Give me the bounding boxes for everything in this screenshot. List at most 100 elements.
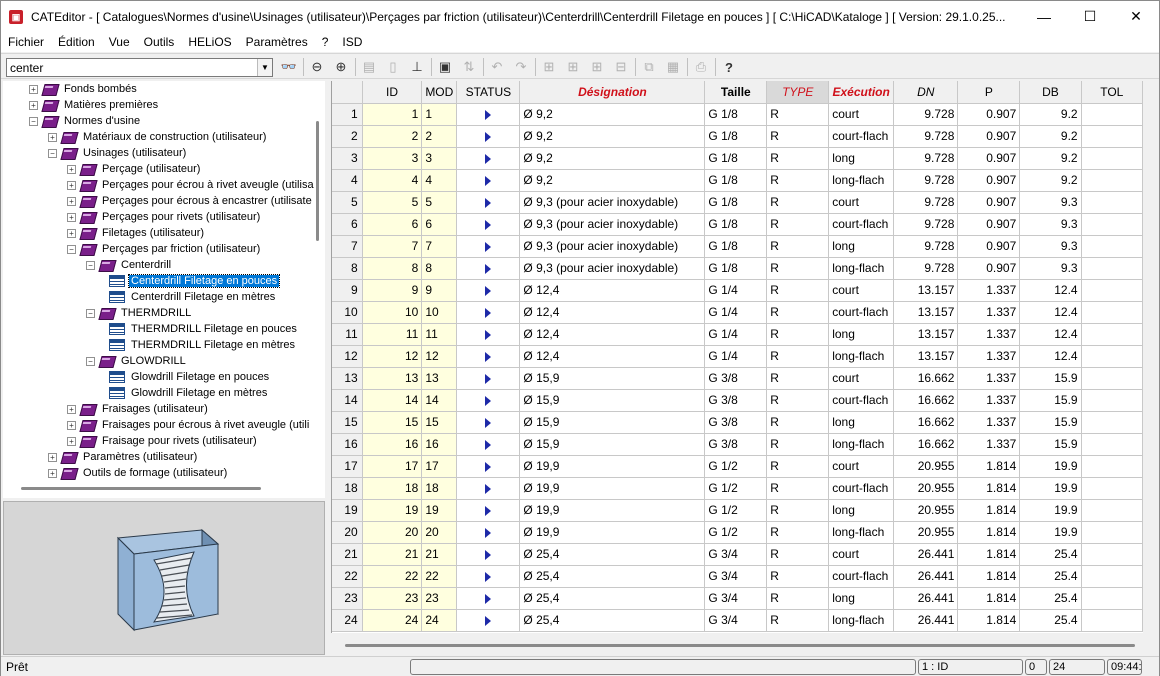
cell-mod[interactable]: 3 xyxy=(421,147,458,170)
expand-icon[interactable]: + xyxy=(67,228,76,238)
cell-db[interactable]: 9.2 xyxy=(1019,147,1082,170)
cell-type[interactable]: R xyxy=(766,367,830,390)
menu-fichier[interactable]: Fichier xyxy=(1,32,51,52)
cell-db[interactable]: 19.9 xyxy=(1019,477,1082,500)
cell-db[interactable]: 19.9 xyxy=(1019,499,1082,522)
tree-node[interactable]: + Fraisages (utilisateur) xyxy=(67,401,210,417)
cell-type[interactable]: R xyxy=(766,433,830,456)
cell-mod[interactable]: 2 xyxy=(421,125,458,148)
cell-type[interactable]: R xyxy=(766,477,830,500)
cell-p[interactable]: 0.907 xyxy=(957,147,1021,170)
table-row[interactable]: 23 23 23 Ø 25,4 G 3/4 Rlong 26.441 1.814 25.4 xyxy=(332,587,1143,610)
tree-node-label[interactable]: Perçages pour rivets (utilisateur) xyxy=(100,211,262,223)
chevron-down-icon[interactable]: ▼ xyxy=(257,59,272,76)
cell-mod[interactable]: 16 xyxy=(421,433,458,456)
expand-icon[interactable]: + xyxy=(67,180,76,190)
cell-mod[interactable]: 10 xyxy=(421,301,458,324)
cell-type[interactable]: R xyxy=(766,455,830,478)
tree-node-label[interactable]: THERMDRILL Filetage en mètres xyxy=(129,339,297,351)
cell-id[interactable]: 11 xyxy=(362,323,423,346)
cell-mod[interactable]: 15 xyxy=(421,411,458,434)
cell-dn[interactable]: 16.662 xyxy=(893,411,959,434)
print-icon[interactable]: ⎙ xyxy=(691,57,711,77)
column-header-taille[interactable]: Taille xyxy=(704,81,768,104)
cell-execution[interactable]: long xyxy=(828,411,895,434)
row-number[interactable]: 15 xyxy=(332,411,363,434)
cell-taille[interactable]: G 3/8 xyxy=(704,411,768,434)
cell-tol[interactable] xyxy=(1081,609,1143,632)
cell-id[interactable]: 20 xyxy=(362,521,423,544)
cell-tol[interactable] xyxy=(1081,389,1143,412)
pane-splitter[interactable] xyxy=(326,81,330,655)
collapse-icon[interactable]: − xyxy=(67,244,76,254)
cell-id[interactable]: 22 xyxy=(362,565,423,588)
menu-isd[interactable]: ISD xyxy=(335,32,369,52)
cell-db[interactable]: 9.2 xyxy=(1019,103,1082,126)
cell-tol[interactable] xyxy=(1081,499,1143,522)
minimize-button[interactable]: — xyxy=(1021,1,1067,32)
tree-node[interactable]: Centerdrill Filetage en pouces xyxy=(105,273,281,289)
cell-mod[interactable]: 22 xyxy=(421,565,458,588)
search-input[interactable] xyxy=(7,59,252,76)
cell-tol[interactable] xyxy=(1081,587,1143,610)
row-number[interactable]: 22 xyxy=(332,565,363,588)
tree-node[interactable]: + Outils de formage (utilisateur) xyxy=(48,465,229,481)
cell-dn[interactable]: 13.157 xyxy=(893,301,959,324)
cell-taille[interactable]: G 1/8 xyxy=(704,103,768,126)
cell-mod[interactable]: 21 xyxy=(421,543,458,566)
cell-execution[interactable]: court xyxy=(828,279,895,302)
cell-dn[interactable]: 20.955 xyxy=(893,477,959,500)
cell-p[interactable]: 0.907 xyxy=(957,169,1021,192)
cell-db[interactable]: 9.2 xyxy=(1019,169,1082,192)
cell-tol[interactable] xyxy=(1081,323,1143,346)
cell-p[interactable]: 1.337 xyxy=(957,279,1021,302)
tree-node[interactable]: Glowdrill Filetage en pouces xyxy=(105,369,271,385)
cell-db[interactable]: 25.4 xyxy=(1019,587,1082,610)
table-row[interactable]: 16 16 16 Ø 15,9 G 3/8 Rlong-flach 16.662 1.337 1… xyxy=(332,433,1143,456)
cell-status[interactable] xyxy=(456,389,521,412)
cell-db[interactable]: 12.4 xyxy=(1019,301,1082,324)
expand-icon[interactable]: + xyxy=(29,84,38,94)
row-number[interactable]: 11 xyxy=(332,323,363,346)
cell-tol[interactable] xyxy=(1081,147,1143,170)
cell-status[interactable] xyxy=(456,587,521,610)
cell-taille[interactable]: G 1/2 xyxy=(704,455,768,478)
tree-node[interactable]: THERMDRILL Filetage en pouces xyxy=(105,321,299,337)
cell-status[interactable] xyxy=(456,257,521,280)
cell-execution[interactable]: long xyxy=(828,587,895,610)
append-row-icon[interactable]: ⊞ xyxy=(563,57,583,77)
cell-db[interactable]: 25.4 xyxy=(1019,543,1082,566)
cell-taille[interactable]: G 3/4 xyxy=(704,543,768,566)
tree-doc-icon[interactable]: ⊥ xyxy=(407,57,427,77)
cell-dn[interactable]: 13.157 xyxy=(893,323,959,346)
cell-id[interactable]: 18 xyxy=(362,477,423,500)
cell-type[interactable]: R xyxy=(766,235,830,258)
cell-status[interactable] xyxy=(456,477,521,500)
tree-node-label[interactable]: THERMDRILL xyxy=(119,307,193,319)
cell-db[interactable]: 12.4 xyxy=(1019,345,1082,368)
cell-execution[interactable]: long xyxy=(828,499,895,522)
cell-dn[interactable]: 16.662 xyxy=(893,367,959,390)
table-row[interactable]: 13 13 13 Ø 15,9 G 3/8 Rcourt 16.662 1.337 15.9 xyxy=(332,367,1143,390)
cell-id[interactable]: 9 xyxy=(362,279,423,302)
cell-mod[interactable]: 13 xyxy=(421,367,458,390)
cell-type[interactable]: R xyxy=(766,565,830,588)
tree-node[interactable]: Centerdrill Filetage en mètres xyxy=(105,289,277,305)
cell-mod[interactable]: 7 xyxy=(421,235,458,258)
cell-mod[interactable]: 1 xyxy=(421,103,458,126)
cell-tol[interactable] xyxy=(1081,279,1143,302)
cell-p[interactable]: 0.907 xyxy=(957,235,1021,258)
tree-node-label[interactable]: Centerdrill Filetage en pouces xyxy=(127,274,281,288)
tree-node-label[interactable]: Fraisages pour écrous à rivet aveugle (u… xyxy=(100,419,311,431)
tree-node[interactable]: + Fraisage pour rivets (utilisateur) xyxy=(67,433,259,449)
cell-p[interactable]: 1.814 xyxy=(957,477,1021,500)
cell-designation[interactable]: Ø 12,4 xyxy=(519,279,706,302)
cell-db[interactable]: 15.9 xyxy=(1019,433,1082,456)
binoculars-icon[interactable]: 👓 xyxy=(279,57,299,77)
back-arrow-icon[interactable]: ⊖ xyxy=(307,57,327,77)
cell-status[interactable] xyxy=(456,235,521,258)
cell-dn[interactable]: 9.728 xyxy=(893,103,959,126)
tree-node[interactable]: Glowdrill Filetage en mètres xyxy=(105,385,269,401)
cell-dn[interactable]: 26.441 xyxy=(893,609,959,632)
cell-p[interactable]: 0.907 xyxy=(957,213,1021,236)
